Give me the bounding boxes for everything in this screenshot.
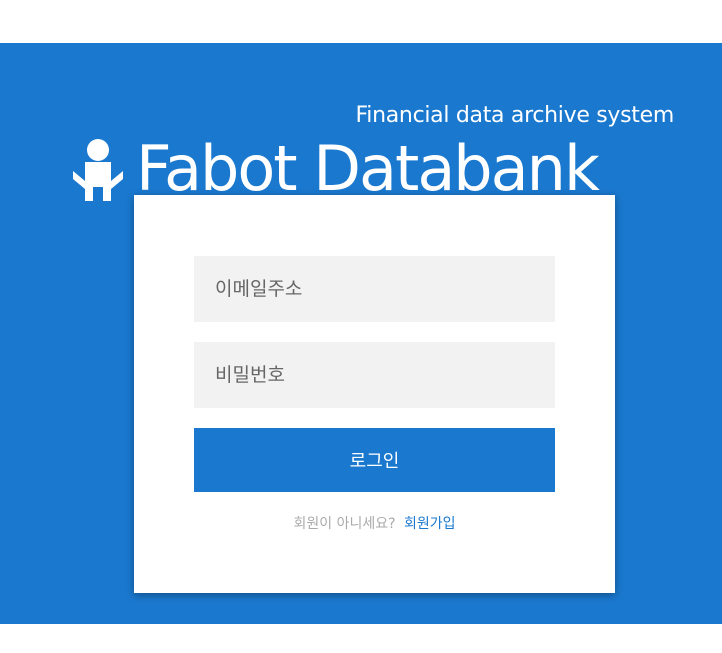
signup-prompt: 회원이 아니세요? [293, 516, 396, 532]
login-button[interactable]: 로그인 [194, 428, 555, 492]
signup-row: 회원이 아니세요? 회원가입 [134, 513, 615, 533]
login-card: 로그인 회원이 아니세요? 회원가입 [134, 195, 615, 593]
brand-title: Fabot Databank [136, 132, 600, 205]
signup-link[interactable]: 회원가입 [404, 516, 456, 532]
login-page: Financial data archive system Fabot Data… [0, 0, 722, 653]
password-input[interactable] [194, 342, 555, 408]
tagline: Financial data archive system [355, 103, 675, 128]
robot-icon [73, 139, 123, 201]
email-input[interactable] [194, 256, 555, 322]
